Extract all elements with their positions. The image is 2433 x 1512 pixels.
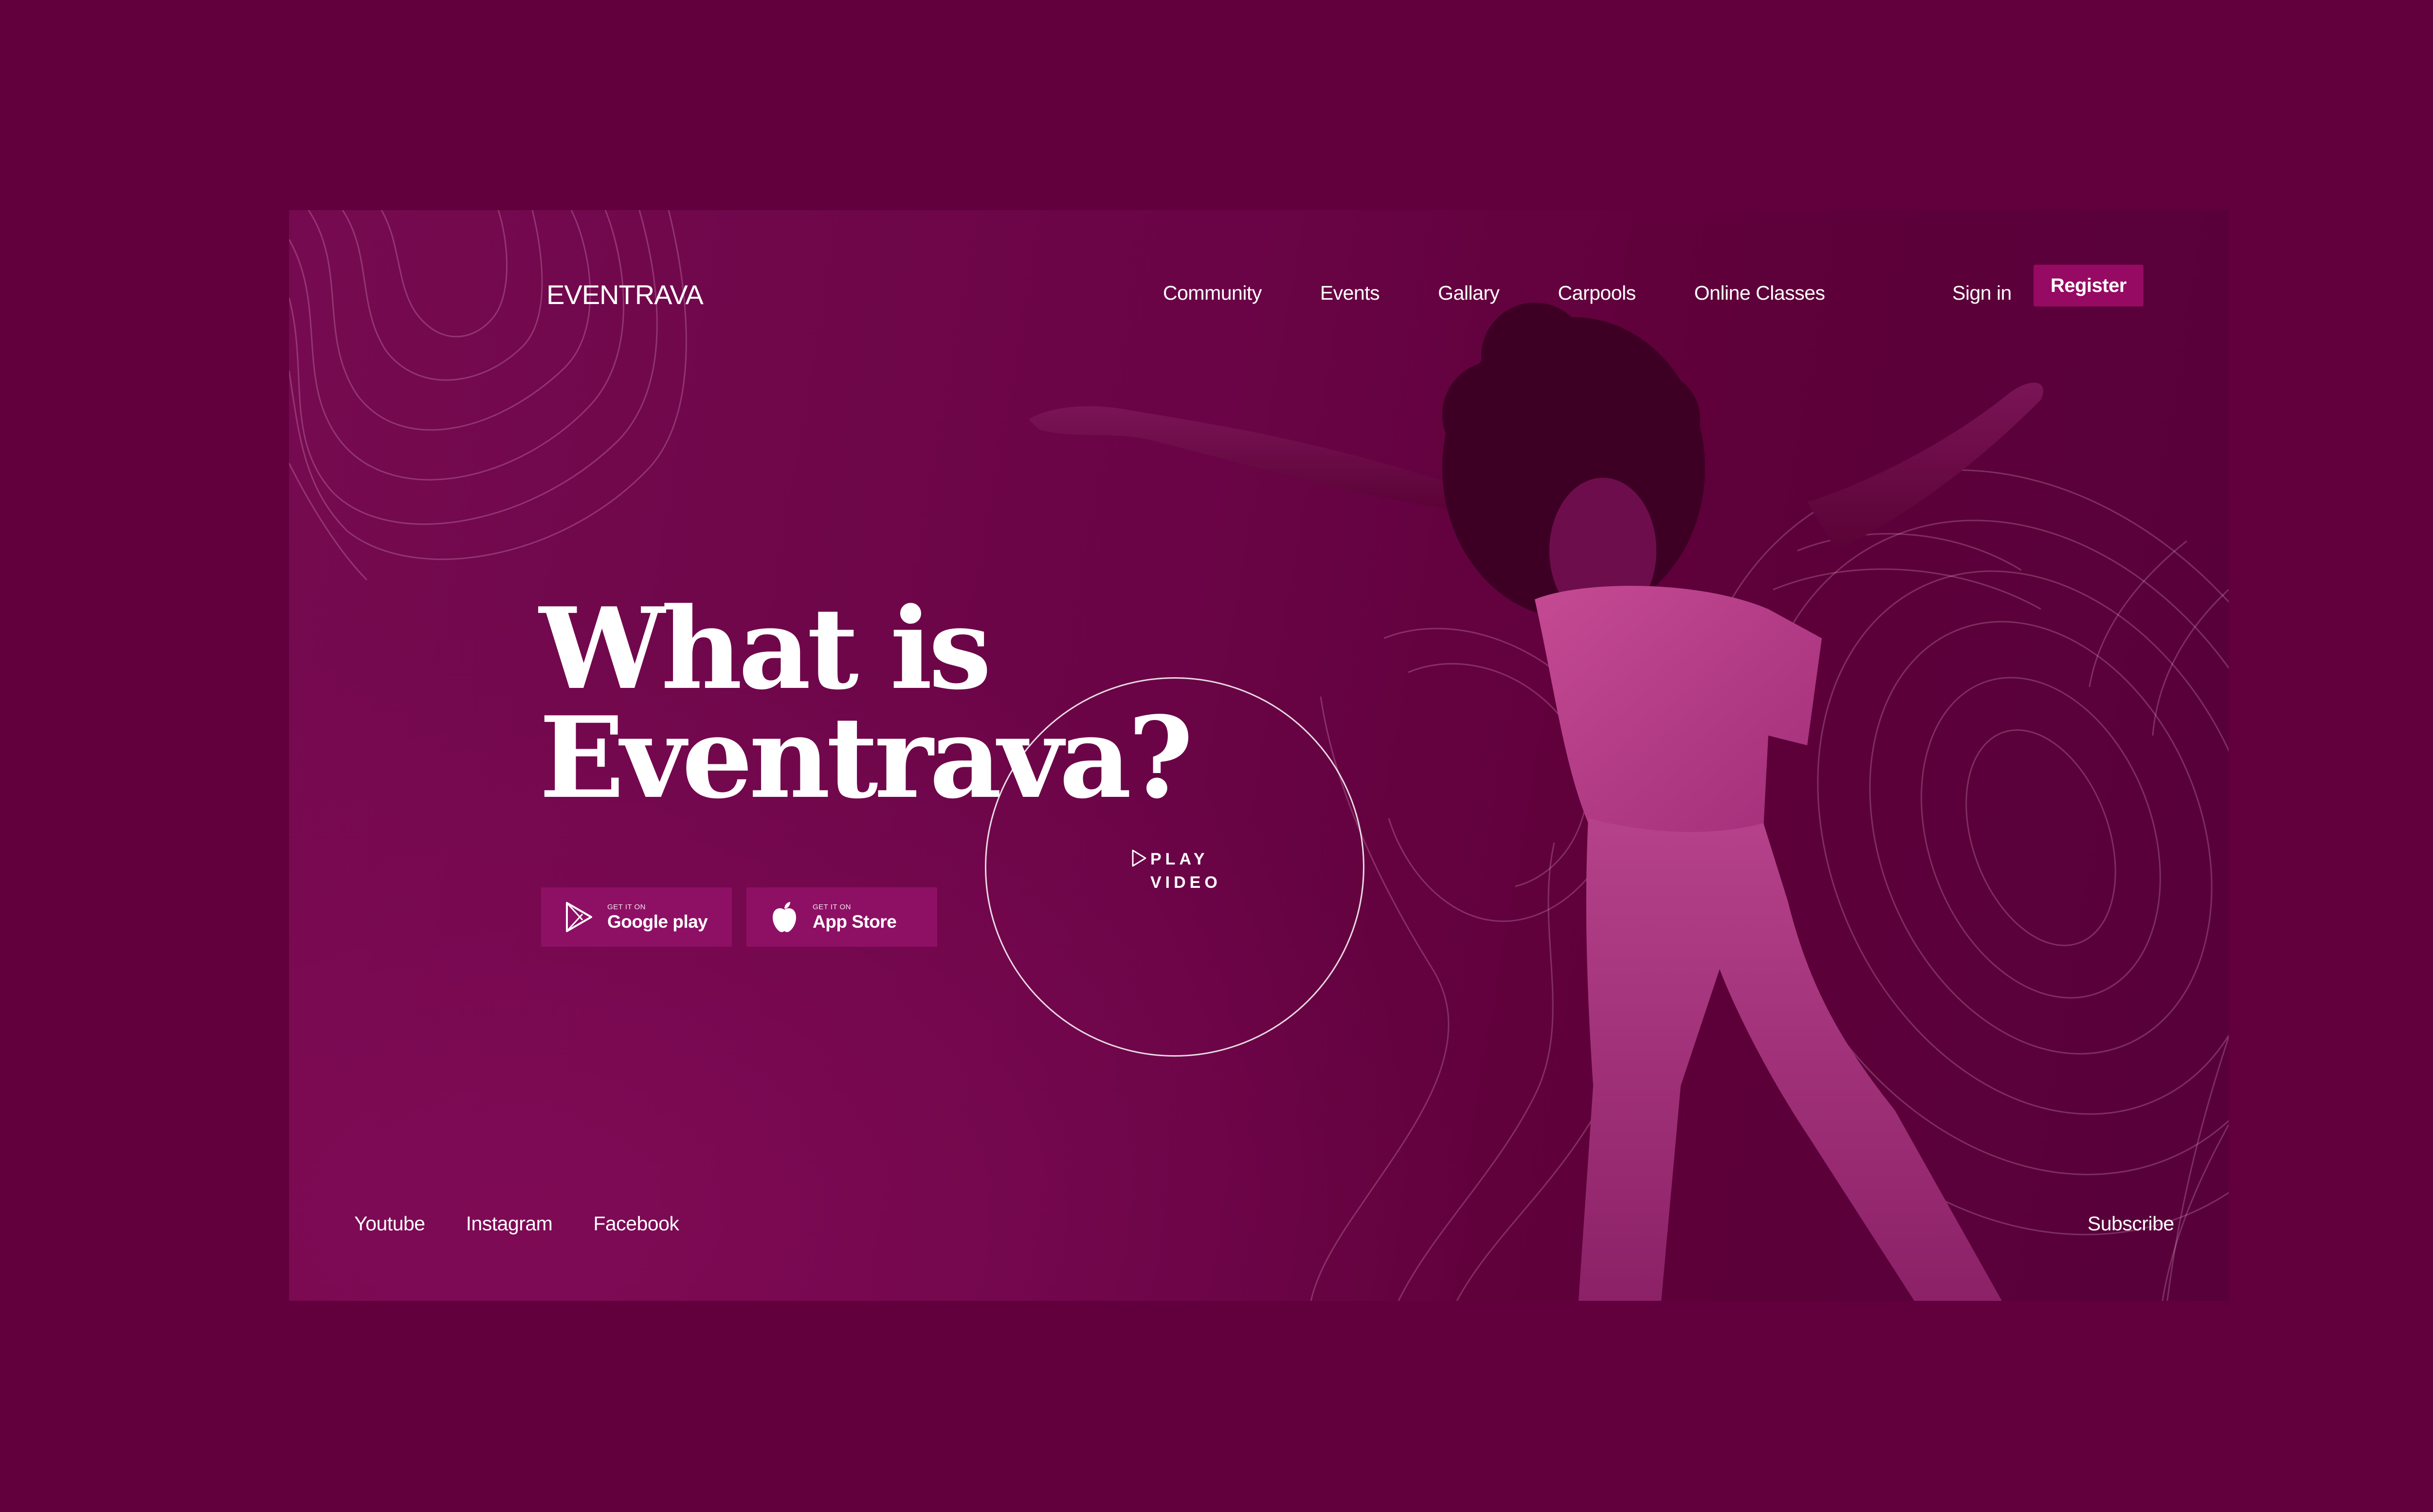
logo-text: EVENTRAVA bbox=[546, 279, 704, 310]
google-play-icon bbox=[563, 901, 595, 933]
app-store-button[interactable]: GET IT ON App Store bbox=[746, 887, 937, 947]
google-play-small-label: GET IT ON bbox=[607, 903, 646, 911]
app-store-small-label: GET IT ON bbox=[813, 903, 851, 911]
app-store-text: GET IT ON App Store bbox=[813, 902, 897, 932]
app-store-label: App Store bbox=[813, 912, 897, 932]
youtube-link[interactable]: Youtube bbox=[354, 1212, 425, 1235]
facebook-link[interactable]: Facebook bbox=[593, 1212, 679, 1235]
brand-logo[interactable]: EVENTRAVA bbox=[546, 265, 704, 310]
apple-icon bbox=[769, 901, 800, 933]
play-label-line-1: PLAY bbox=[1150, 850, 1209, 868]
subscribe-link[interactable]: Subscribe bbox=[2088, 1212, 2174, 1235]
play-label-line-2: VIDEO bbox=[1150, 873, 1221, 892]
register-button[interactable]: Register bbox=[2034, 265, 2143, 306]
sign-in-link[interactable]: Sign in bbox=[1952, 273, 2012, 312]
nav-item-events[interactable]: Events bbox=[1320, 282, 1380, 305]
google-play-text: GET IT ON Google play bbox=[607, 902, 708, 932]
nav-item-gallary[interactable]: Gallary bbox=[1438, 282, 1500, 305]
nav-item-online-classes[interactable]: Online Classes bbox=[1694, 282, 1825, 305]
hero-frame: EVENTRAVA Community Events Gallary Carpo… bbox=[289, 210, 2229, 1301]
google-play-label: Google play bbox=[607, 912, 708, 932]
main-nav: Community Events Gallary Carpools Online… bbox=[1163, 273, 1825, 312]
google-play-button[interactable]: GET IT ON Google play bbox=[541, 887, 732, 947]
nav-item-community[interactable]: Community bbox=[1163, 282, 1262, 305]
instagram-link[interactable]: Instagram bbox=[466, 1212, 553, 1235]
nav-item-carpools[interactable]: Carpools bbox=[1558, 282, 1636, 305]
play-video-label: PLAY VIDEO bbox=[1150, 847, 1221, 894]
play-icon bbox=[1132, 849, 1146, 867]
play-video-button[interactable]: PLAY VIDEO bbox=[1131, 847, 1221, 894]
social-links: Youtube Instagram Facebook bbox=[354, 1212, 679, 1235]
